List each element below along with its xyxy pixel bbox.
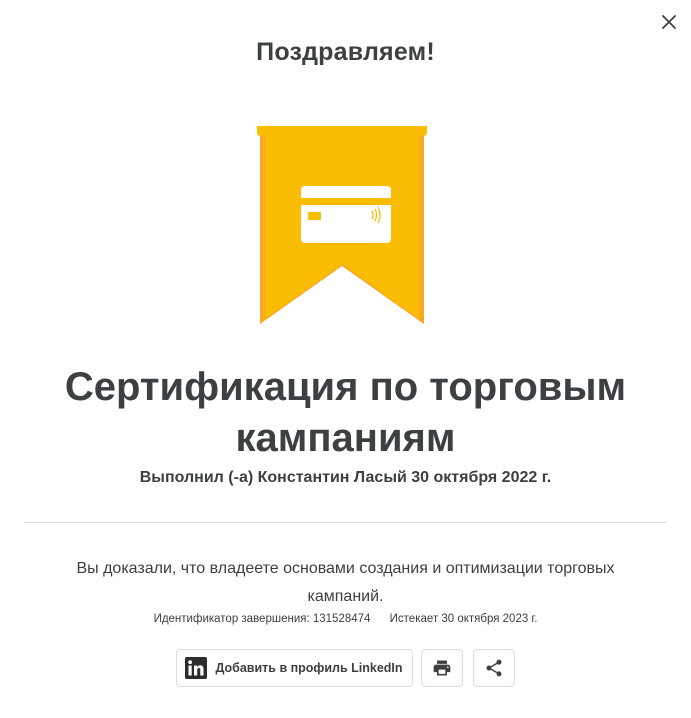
completion-info: Выполнил (-а) Константин Ласый 30 октябр… [139, 469, 552, 486]
credit-card-icon [301, 186, 391, 243]
action-buttons: Добавить в профиль LinkedIn [0, 649, 691, 687]
close-icon [662, 15, 676, 29]
certificate-description: Вы доказали, что владеете основами созда… [76, 560, 615, 605]
completion-id: Идентификатор завершения: 131528474 [153, 613, 371, 625]
congratulations-heading: Поздравляем! [256, 38, 435, 66]
badge-ribbon-icon [257, 126, 427, 324]
certificate-meta: Идентификатор завершения: 131528474 Исте… [0, 613, 691, 625]
share-icon [486, 659, 502, 677]
add-to-linkedin-button[interactable]: Добавить в профиль LinkedIn [176, 649, 413, 687]
linkedin-button-label: Добавить в профиль LinkedIn [215, 661, 403, 675]
linkedin-icon [185, 657, 208, 679]
close-button[interactable] [655, 8, 683, 36]
expiration-date: Истекает 30 октября 2023 г. [389, 613, 538, 625]
divider [25, 522, 666, 523]
print-icon [433, 660, 450, 676]
certificate-badge [257, 124, 427, 326]
certificate-title: Сертификация по торговым кампаниям [64, 365, 627, 460]
share-button[interactable] [472, 649, 515, 687]
print-button[interactable] [420, 649, 463, 687]
